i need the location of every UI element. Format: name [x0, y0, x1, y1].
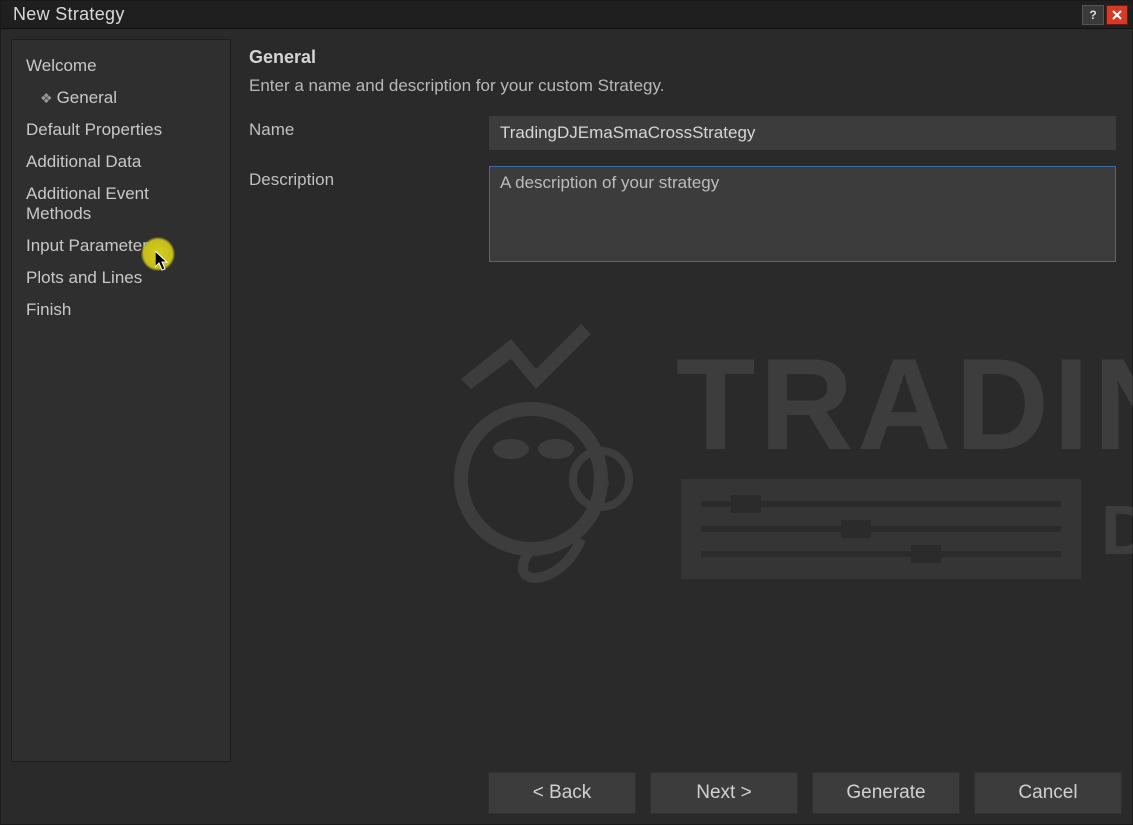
sidebar-item-label: General: [57, 88, 117, 107]
form-row-description: Description: [249, 166, 1116, 267]
sidebar-item-plots-and-lines[interactable]: Plots and Lines: [12, 262, 230, 294]
sidebar-item-additional-data[interactable]: Additional Data: [12, 146, 230, 178]
titlebar-buttons: ?: [1082, 5, 1128, 25]
help-button[interactable]: ?: [1082, 5, 1104, 25]
sidebar-item-default-properties[interactable]: Default Properties: [12, 114, 230, 146]
generate-button[interactable]: Generate: [812, 772, 960, 814]
watermark-text-dj: DJ: [1101, 491, 1133, 569]
window-title: New Strategy: [13, 4, 1082, 25]
form-row-name: Name: [249, 116, 1116, 150]
name-label: Name: [249, 116, 489, 140]
sidebar-item-additional-event-methods[interactable]: Additional Event Methods: [12, 178, 230, 230]
wizard-main: General Enter a name and description for…: [241, 39, 1122, 762]
page-subheading: Enter a name and description for your cu…: [249, 76, 1116, 96]
close-button[interactable]: [1106, 5, 1128, 25]
help-icon: ?: [1086, 8, 1100, 22]
description-field-container: [489, 166, 1116, 267]
watermark-logo: $ TRADING DJ: [441, 309, 1133, 589]
next-button[interactable]: Next >: [650, 772, 798, 814]
wizard-body: Welcome ❖General Default Properties Addi…: [1, 29, 1132, 772]
wizard-window: New Strategy ? Welcome ❖General Default …: [0, 0, 1133, 825]
svg-text:?: ?: [1089, 8, 1096, 22]
description-label: Description: [249, 166, 489, 190]
wizard-footer: < Back Next > Generate Cancel: [1, 772, 1132, 824]
bullet-icon: ❖: [40, 90, 53, 106]
cancel-button[interactable]: Cancel: [974, 772, 1122, 814]
watermark-text-trading: TRADING: [676, 331, 1133, 477]
back-button[interactable]: < Back: [488, 772, 636, 814]
sidebar-item-input-parameters[interactable]: Input Parameters: [12, 230, 230, 262]
name-field-container: [489, 116, 1116, 150]
close-icon: [1110, 8, 1124, 22]
description-input[interactable]: [489, 166, 1116, 262]
name-input[interactable]: [489, 116, 1116, 150]
sidebar-item-general[interactable]: ❖General: [12, 82, 230, 114]
titlebar: New Strategy ?: [1, 1, 1132, 29]
sidebar-item-welcome[interactable]: Welcome: [12, 50, 230, 82]
svg-text:$: $: [593, 463, 610, 496]
page-heading: General: [249, 47, 1116, 68]
wizard-sidebar: Welcome ❖General Default Properties Addi…: [11, 39, 231, 762]
sidebar-item-finish[interactable]: Finish: [12, 294, 230, 326]
